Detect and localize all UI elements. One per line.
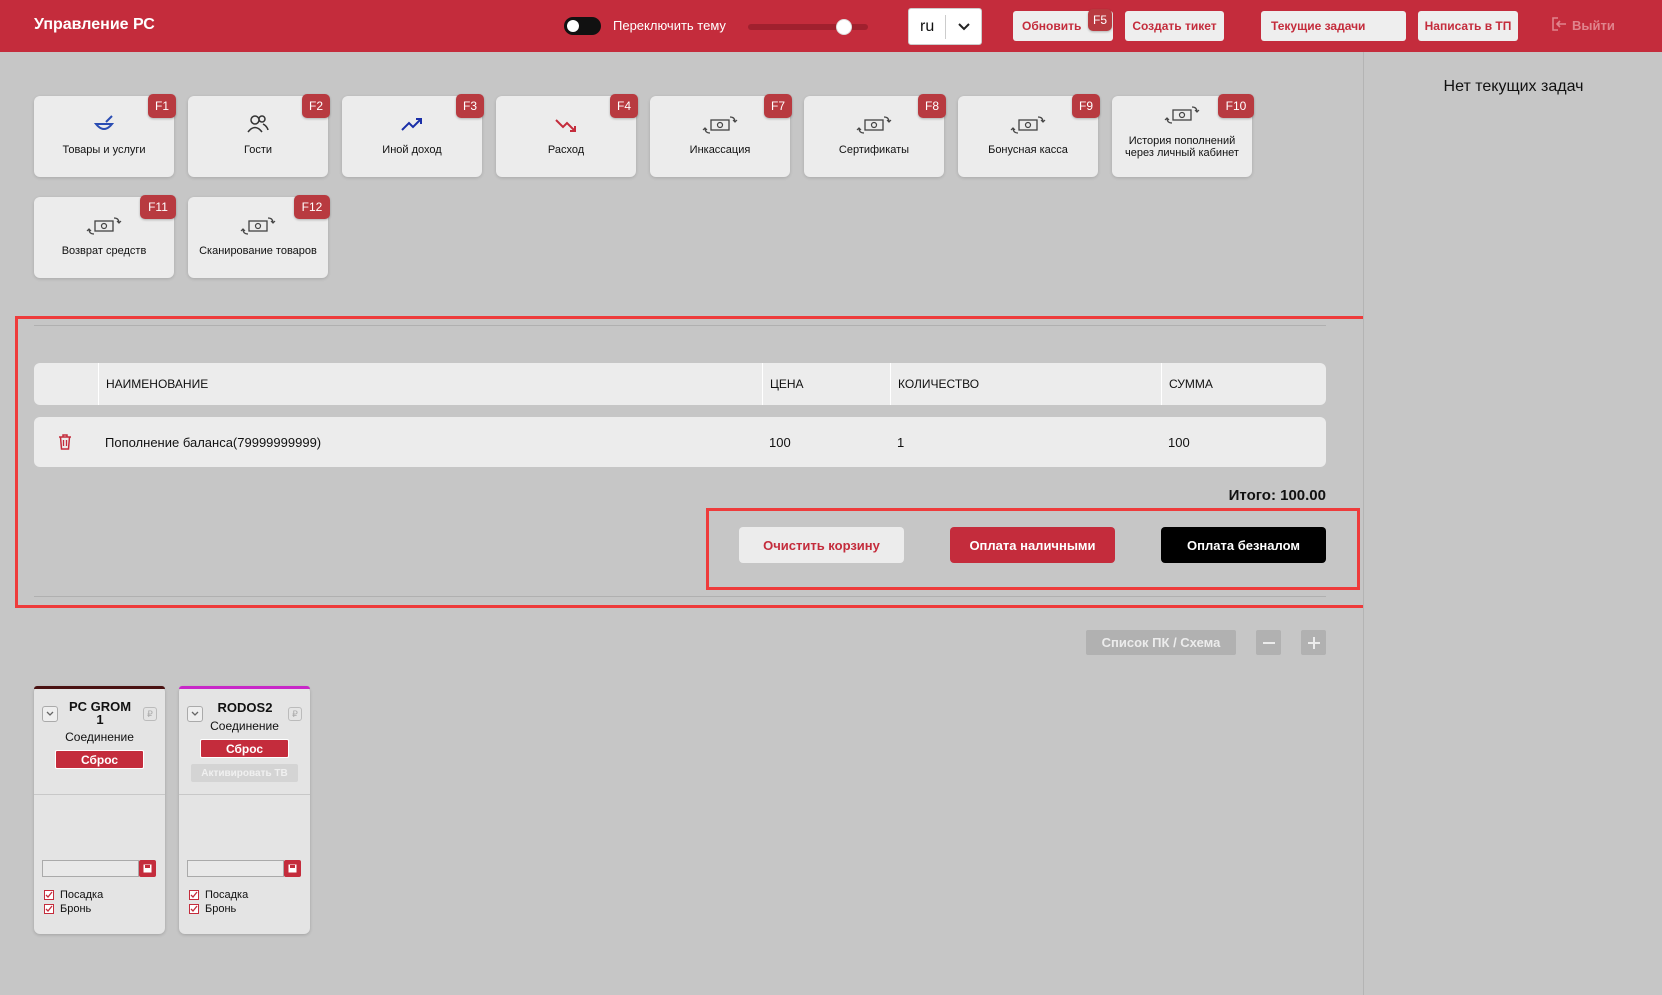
- pc-card-divider: [34, 794, 165, 795]
- seating-checkbox[interactable]: Посадка: [44, 889, 103, 901]
- minus-icon: [1262, 641, 1275, 644]
- hotkey-badge: F11: [140, 195, 176, 219]
- zoom-in-button[interactable]: [1301, 630, 1326, 655]
- booking-checkbox[interactable]: Бронь: [44, 903, 91, 915]
- theme-toggle-knob: [567, 20, 579, 32]
- activate-tv-button[interactable]: Активировать ТВ: [191, 764, 298, 782]
- hotkey-badge: F10: [1218, 94, 1254, 118]
- hotkey-badge: F12: [294, 195, 330, 219]
- pc-status-bar: [34, 686, 165, 689]
- tile-bonus-cash[interactable]: Бонусная касса F9: [958, 94, 1100, 177]
- tile-collection[interactable]: Инкассация F7: [650, 94, 792, 177]
- logout-label: Выйти: [1572, 18, 1615, 33]
- tile-label: Сертификаты: [838, 144, 910, 156]
- save-icon[interactable]: [139, 860, 156, 877]
- tile-label: Инкассация: [689, 144, 751, 156]
- pc-status: Соединение: [210, 719, 279, 733]
- current-tasks-button[interactable]: Текущие задачи: [1261, 11, 1406, 41]
- hotkey-badge: F8: [918, 94, 946, 118]
- hotkey-badge: F7: [764, 94, 792, 118]
- hotkey-badge: F1: [148, 94, 176, 118]
- tile-label: Товары и услуги: [62, 144, 146, 156]
- seating-checkbox[interactable]: Посадка: [189, 889, 248, 901]
- zoom-out-button[interactable]: [1256, 630, 1281, 655]
- hotkey-badge: F9: [1072, 94, 1100, 118]
- tile-certificates[interactable]: Сертификаты F8: [804, 94, 946, 177]
- pc-status: Соединение: [65, 730, 134, 744]
- hotkey-badge: F2: [302, 94, 330, 118]
- no-tasks-text: Нет текущих задач: [1443, 78, 1584, 95]
- tile-label: Иной доход: [382, 144, 442, 156]
- app-title: Управление РС: [34, 16, 155, 33]
- pc-note-input[interactable]: [187, 860, 284, 877]
- pc-reset-button[interactable]: Сброс: [55, 750, 144, 769]
- tile-scan-goods[interactable]: Сканирование товаров F12: [188, 195, 330, 278]
- checkbox-label: Посадка: [60, 889, 104, 901]
- theme-toggle-label: Переключить тему: [613, 18, 726, 33]
- payment-highlight-box: [706, 508, 1360, 590]
- tile-label: Расход: [547, 144, 585, 156]
- pc-status-bar: [179, 686, 310, 689]
- checkbox-icon[interactable]: [189, 904, 199, 914]
- pc-card-divider: [179, 794, 310, 795]
- language-select[interactable]: ru: [908, 8, 982, 45]
- tile-label: Возврат средств: [61, 245, 147, 257]
- tile-label: Гости: [243, 144, 273, 156]
- logout-icon: [1552, 17, 1568, 34]
- chevron-down-icon[interactable]: [42, 706, 58, 722]
- checkbox-label: Посадка: [205, 889, 249, 901]
- top-bar: Управление РС Переключить тему ru Обнови…: [0, 0, 1662, 52]
- tile-refund[interactable]: Возврат средств F11: [34, 195, 176, 278]
- tile-topup-history[interactable]: История пополнений через личный кабинет …: [1112, 94, 1254, 177]
- language-value: ru: [920, 17, 935, 35]
- theme-toggle[interactable]: [564, 17, 601, 35]
- write-support-button[interactable]: Написать в ТП: [1418, 11, 1518, 41]
- refresh-hotkey-badge: F5: [1088, 9, 1112, 31]
- pc-card[interactable]: RODOS2 ₽ Соединение Сброс Активировать Т…: [179, 686, 310, 934]
- tile-guests[interactable]: Гости F2: [188, 94, 330, 177]
- hotkey-badge: F4: [610, 94, 638, 118]
- checkbox-label: Бронь: [205, 903, 237, 915]
- chevron-down-icon[interactable]: [946, 22, 981, 31]
- save-icon[interactable]: [284, 860, 301, 877]
- tile-label: Бонусная касса: [988, 144, 1068, 156]
- refresh-label: Обновить: [1022, 19, 1082, 33]
- tile-goods-services[interactable]: Товары и услуги F1: [34, 94, 176, 177]
- hotkey-badge: F3: [456, 94, 484, 118]
- checkbox-label: Бронь: [60, 903, 92, 915]
- checkbox-icon[interactable]: [44, 890, 54, 900]
- plus-icon: [1307, 636, 1320, 649]
- tile-label: Сканирование товаров: [199, 245, 317, 257]
- create-ticket-button[interactable]: Создать тикет: [1125, 11, 1224, 41]
- checkbox-icon[interactable]: [44, 904, 54, 914]
- pc-list-toggle-button[interactable]: Список ПК / Схема: [1086, 630, 1236, 655]
- tile-expense[interactable]: Расход F4: [496, 94, 638, 177]
- pc-reset-button[interactable]: Сброс: [200, 739, 289, 758]
- pc-name: PC GROM 1: [68, 699, 132, 727]
- brightness-slider[interactable]: [748, 19, 868, 35]
- logout-button[interactable]: Выйти: [1552, 17, 1615, 34]
- booking-checkbox[interactable]: Бронь: [189, 903, 236, 915]
- tasks-panel: Нет текущих задач: [1363, 52, 1662, 995]
- ruble-icon: ₽: [143, 707, 157, 721]
- pc-name: RODOS2: [217, 700, 273, 715]
- checkbox-icon[interactable]: [189, 890, 199, 900]
- slider-thumb[interactable]: [836, 19, 852, 35]
- pc-card[interactable]: PC GROM 1 ₽ Соединение Сброс Посадка Бро…: [34, 686, 165, 934]
- tile-other-income[interactable]: Иной доход F3: [342, 94, 484, 177]
- pc-note-input[interactable]: [42, 860, 139, 877]
- tile-label: История пополнений через личный кабинет: [1125, 135, 1239, 159]
